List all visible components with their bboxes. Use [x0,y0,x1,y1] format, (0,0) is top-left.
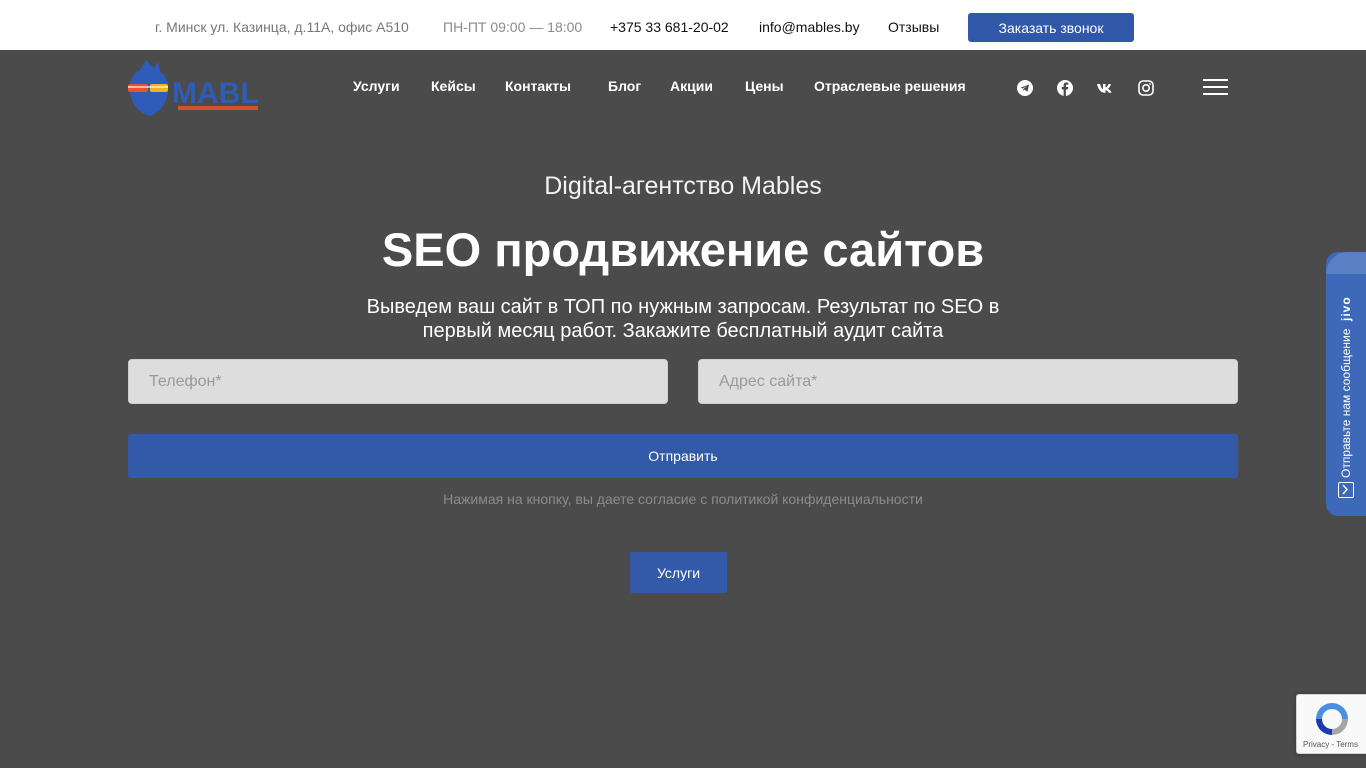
instagram-icon[interactable] [1137,79,1155,97]
nav-item-industry-solutions[interactable]: Отраслевые решения [814,78,966,94]
jivo-label: Отправьте нам сообщение [1339,328,1353,478]
hero-subtitle: Выведем ваш сайт в ТОП по нужным запроса… [366,296,1000,342]
nav-item-promotions[interactable]: Акции [670,78,713,94]
submit-button[interactable]: Отправить [128,434,1238,478]
recaptcha-badge[interactable]: Privacy - Terms [1296,694,1366,754]
phone-link[interactable]: +375 33 681-20-02 [610,0,729,50]
vk-icon[interactable] [1096,79,1114,97]
email-link[interactable]: info@mables.by [759,0,860,50]
chat-icon [1338,482,1354,498]
facebook-icon[interactable] [1056,79,1074,97]
website-input[interactable] [698,359,1238,404]
jivo-brand: jivo [1339,295,1353,321]
hero-kicker: Digital-агентство Mables [544,172,822,200]
top-info-bar: г. Минск ул. Казинца, д.11А, офис А510 П… [0,0,1366,50]
order-call-button[interactable]: Заказать звонок [968,13,1134,42]
jivo-tab-cap [1326,252,1366,274]
recaptcha-legal-links[interactable]: Privacy - Terms [1303,740,1358,749]
menu-hamburger-icon[interactable] [1203,79,1228,95]
nav-item-contacts[interactable]: Контакты [505,78,571,94]
working-hours: ПН-ПТ 09:00 — 18:00 [443,19,583,35]
recaptcha-icon [1316,703,1348,735]
services-button[interactable]: Услуги [630,552,727,593]
nav-item-blog[interactable]: Блог [608,78,641,94]
phone-input[interactable] [128,359,668,404]
jivo-chat-tab[interactable]: Отправьте нам сообщение jivo [1326,252,1366,516]
page-title: SEO продвижение сайтов [381,223,985,276]
nav-item-services[interactable]: Услуги [353,78,400,94]
reviews-link[interactable]: Отзывы [888,0,939,50]
privacy-consent-text: Нажимая на кнопку, вы даете согласие с п… [443,491,923,507]
telegram-icon[interactable] [1016,79,1034,97]
jivo-tab-text: Отправьте нам сообщение jivo [1333,288,1359,478]
main-nav: Услуги Кейсы Контакты Блог Акции Цены От… [0,78,1366,98]
office-address: г. Минск ул. Казинца, д.11А, офис А510 [155,19,409,35]
nav-item-cases[interactable]: Кейсы [431,78,476,94]
nav-item-prices[interactable]: Цены [745,78,784,94]
